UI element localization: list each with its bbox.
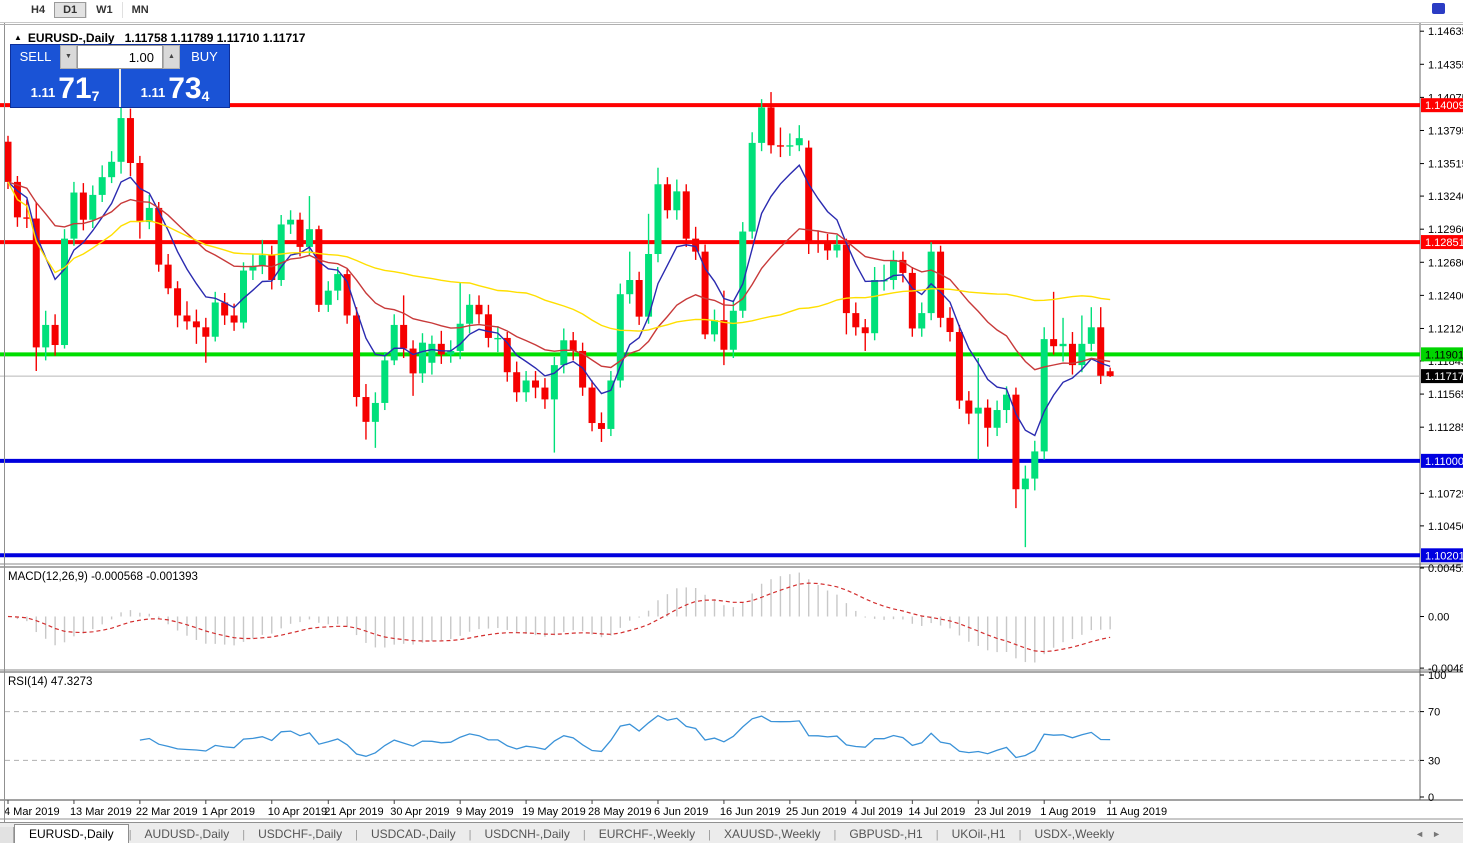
- svg-text:1 Aug 2019: 1 Aug 2019: [1040, 806, 1096, 818]
- svg-text:1.10725: 1.10725: [1428, 488, 1463, 500]
- buy-button[interactable]: BUY: [180, 45, 229, 69]
- chart-tab-usdchf[interactable]: USDCHF-,Daily: [245, 825, 355, 843]
- svg-text:10 Apr 2019: 10 Apr 2019: [268, 806, 327, 818]
- svg-text:9 May 2019: 9 May 2019: [456, 806, 513, 818]
- window-icon: [1432, 3, 1445, 14]
- chart-ohlc-values: 1.11758 1.11789 1.11710 1.11717: [124, 31, 306, 45]
- svg-text:1.11901: 1.11901: [1425, 349, 1463, 361]
- collapse-triangle-icon[interactable]: ▲: [14, 33, 22, 42]
- svg-text:21 Apr 2019: 21 Apr 2019: [324, 806, 383, 818]
- svg-text:1.10201: 1.10201: [1425, 550, 1463, 562]
- chart-window: 1.146351.143551.140751.137951.135151.132…: [0, 23, 1463, 822]
- svg-text:4 Mar 2019: 4 Mar 2019: [4, 806, 60, 818]
- svg-text:4 Jul 2019: 4 Jul 2019: [852, 806, 903, 818]
- sell-price-quote[interactable]: 1.11 71 7: [11, 69, 121, 107]
- volume-input[interactable]: [77, 45, 163, 69]
- buy-price-pip: 4: [201, 88, 210, 104]
- svg-text:1.14009: 1.14009: [1425, 100, 1463, 112]
- svg-text:6 Jun 2019: 6 Jun 2019: [654, 806, 708, 818]
- svg-text:11 Aug 2019: 11 Aug 2019: [1106, 806, 1167, 818]
- chart-title: ▲ EURUSD-,Daily 1.11758 1.11789 1.11710 1.…: [14, 31, 305, 45]
- chart-tab-usdcad[interactable]: USDCAD-,Daily: [358, 825, 469, 843]
- svg-text:1.12120: 1.12120: [1428, 323, 1463, 335]
- svg-text:1.11565: 1.11565: [1428, 389, 1463, 401]
- svg-text:1.13795: 1.13795: [1428, 125, 1463, 137]
- svg-text:13 Mar 2019: 13 Mar 2019: [70, 806, 132, 818]
- chart-plot[interactable]: 1.146351.143551.140751.137951.135151.132…: [0, 23, 1463, 822]
- window-border: [4, 23, 5, 822]
- volume-increase-button[interactable]: ▲: [163, 45, 180, 69]
- svg-text:1.12851: 1.12851: [1425, 237, 1463, 249]
- tab-scroll-left-icon: ◄: [1415, 829, 1433, 839]
- timeframe-button-h4[interactable]: H4: [22, 2, 54, 18]
- svg-text:1.11717: 1.11717: [1425, 371, 1463, 383]
- mt4-window: H4D1W1MN 1.146351.143551.140751.137951.1…: [0, 0, 1463, 843]
- svg-text:22 Mar 2019: 22 Mar 2019: [136, 806, 198, 818]
- svg-text:1.12400: 1.12400: [1428, 290, 1463, 302]
- chart-tab-eurusd[interactable]: EURUSD-,Daily: [14, 824, 129, 843]
- svg-text:1.12960: 1.12960: [1428, 224, 1463, 236]
- chart-tab-xauusd[interactable]: XAUUSD-,Weekly: [711, 825, 833, 843]
- chart-tab-bar: EURUSD-,Daily | AUDUSD-,Daily | USDCHF-,Dail…: [0, 822, 1463, 843]
- buy-price-big: 73: [168, 72, 202, 105]
- svg-text:1.11000: 1.11000: [1425, 456, 1463, 468]
- svg-text:1.10450: 1.10450: [1428, 521, 1463, 533]
- timeframe-button-mn[interactable]: MN: [121, 2, 158, 18]
- timeframe-button-w1[interactable]: W1: [86, 2, 122, 18]
- sell-price-pip: 7: [91, 88, 100, 104]
- tab-scroll-arrows[interactable]: ◄►: [1415, 829, 1449, 843]
- svg-text:1.13240: 1.13240: [1428, 191, 1463, 203]
- svg-text:1.12680: 1.12680: [1428, 257, 1463, 269]
- buy-price-quote[interactable]: 1.11 73 4: [121, 69, 229, 107]
- chart-tab-eurchf[interactable]: EURCHF-,Weekly: [586, 825, 708, 843]
- svg-text:1.14635: 1.14635: [1428, 26, 1463, 38]
- svg-text:19 May 2019: 19 May 2019: [522, 806, 586, 818]
- sell-button[interactable]: SELL: [11, 45, 60, 69]
- svg-text:28 May 2019: 28 May 2019: [588, 806, 652, 818]
- chart-symbol-label: EURUSD-,Daily: [27, 31, 115, 45]
- tab-scroll-right-icon: ►: [1432, 829, 1449, 839]
- one-click-trading-widget: SELL ▼ ▲ BUY 1.11717 1.11734: [10, 44, 230, 108]
- volume-decrease-button[interactable]: ▼: [60, 45, 77, 69]
- svg-text:0.00: 0.00: [1428, 612, 1449, 624]
- svg-text:100: 100: [1428, 670, 1446, 682]
- svg-text:16 Jun 2019: 16 Jun 2019: [720, 806, 781, 818]
- svg-text:0.004517: 0.004517: [1428, 563, 1463, 575]
- sell-price-prefix: 1.11: [30, 85, 56, 100]
- svg-text:RSI(14) 47.3273: RSI(14) 47.3273: [8, 676, 92, 688]
- svg-text:1.11285: 1.11285: [1428, 422, 1463, 434]
- timeframe-toolbar: H4 D1 W1 MN: [0, 0, 1463, 23]
- tab-stub: [0, 827, 14, 843]
- svg-text:1 Apr 2019: 1 Apr 2019: [202, 806, 255, 818]
- svg-text:MACD(12,26,9) -0.000568 -0.001: MACD(12,26,9) -0.000568 -0.001393: [8, 571, 198, 583]
- chart-tab-usdx[interactable]: USDX-,Weekly: [1021, 825, 1127, 843]
- svg-text:70: 70: [1428, 707, 1440, 719]
- timeframe-button-d1[interactable]: D1: [54, 2, 87, 18]
- svg-text:14 Jul 2019: 14 Jul 2019: [908, 806, 965, 818]
- chart-tab-audusd[interactable]: AUDUSD-,Daily: [132, 825, 243, 843]
- sell-price-big: 71: [58, 72, 92, 105]
- buy-price-prefix: 1.11: [140, 85, 166, 100]
- svg-text:30 Apr 2019: 30 Apr 2019: [390, 806, 449, 818]
- svg-text:1.14355: 1.14355: [1428, 59, 1463, 71]
- svg-text:30: 30: [1428, 755, 1440, 767]
- window-border-top: [0, 24, 1463, 25]
- chart-tab-usdcnh[interactable]: USDCNH-,Daily: [472, 825, 583, 843]
- svg-text:0: 0: [1428, 792, 1434, 804]
- chart-tab-ukoil[interactable]: UKOil-,H1: [939, 825, 1019, 843]
- svg-text:25 Jun 2019: 25 Jun 2019: [786, 806, 847, 818]
- svg-text:1.13515: 1.13515: [1428, 159, 1463, 171]
- chart-tab-gbpusd[interactable]: GBPUSD-,H1: [836, 825, 935, 843]
- svg-text:23 Jul 2019: 23 Jul 2019: [974, 806, 1031, 818]
